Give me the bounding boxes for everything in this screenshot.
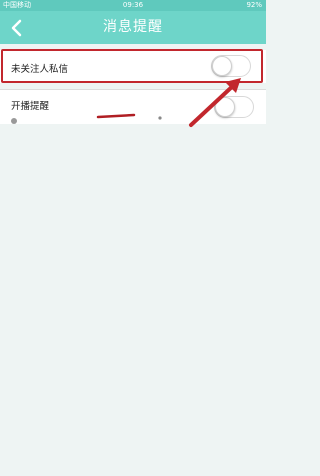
status-bar: 中国移动 09:36 92% xyxy=(0,0,266,11)
clock: 09:36 xyxy=(122,1,144,9)
annotation-arrow xyxy=(189,78,241,127)
battery-label: 92% xyxy=(246,1,262,9)
back-button[interactable] xyxy=(6,17,28,39)
chevron-left-icon xyxy=(11,19,22,37)
top-nav-bar: 消息提醒 xyxy=(0,11,266,44)
redaction-scribble xyxy=(10,113,200,134)
page-title: 消息提醒 xyxy=(103,19,163,35)
